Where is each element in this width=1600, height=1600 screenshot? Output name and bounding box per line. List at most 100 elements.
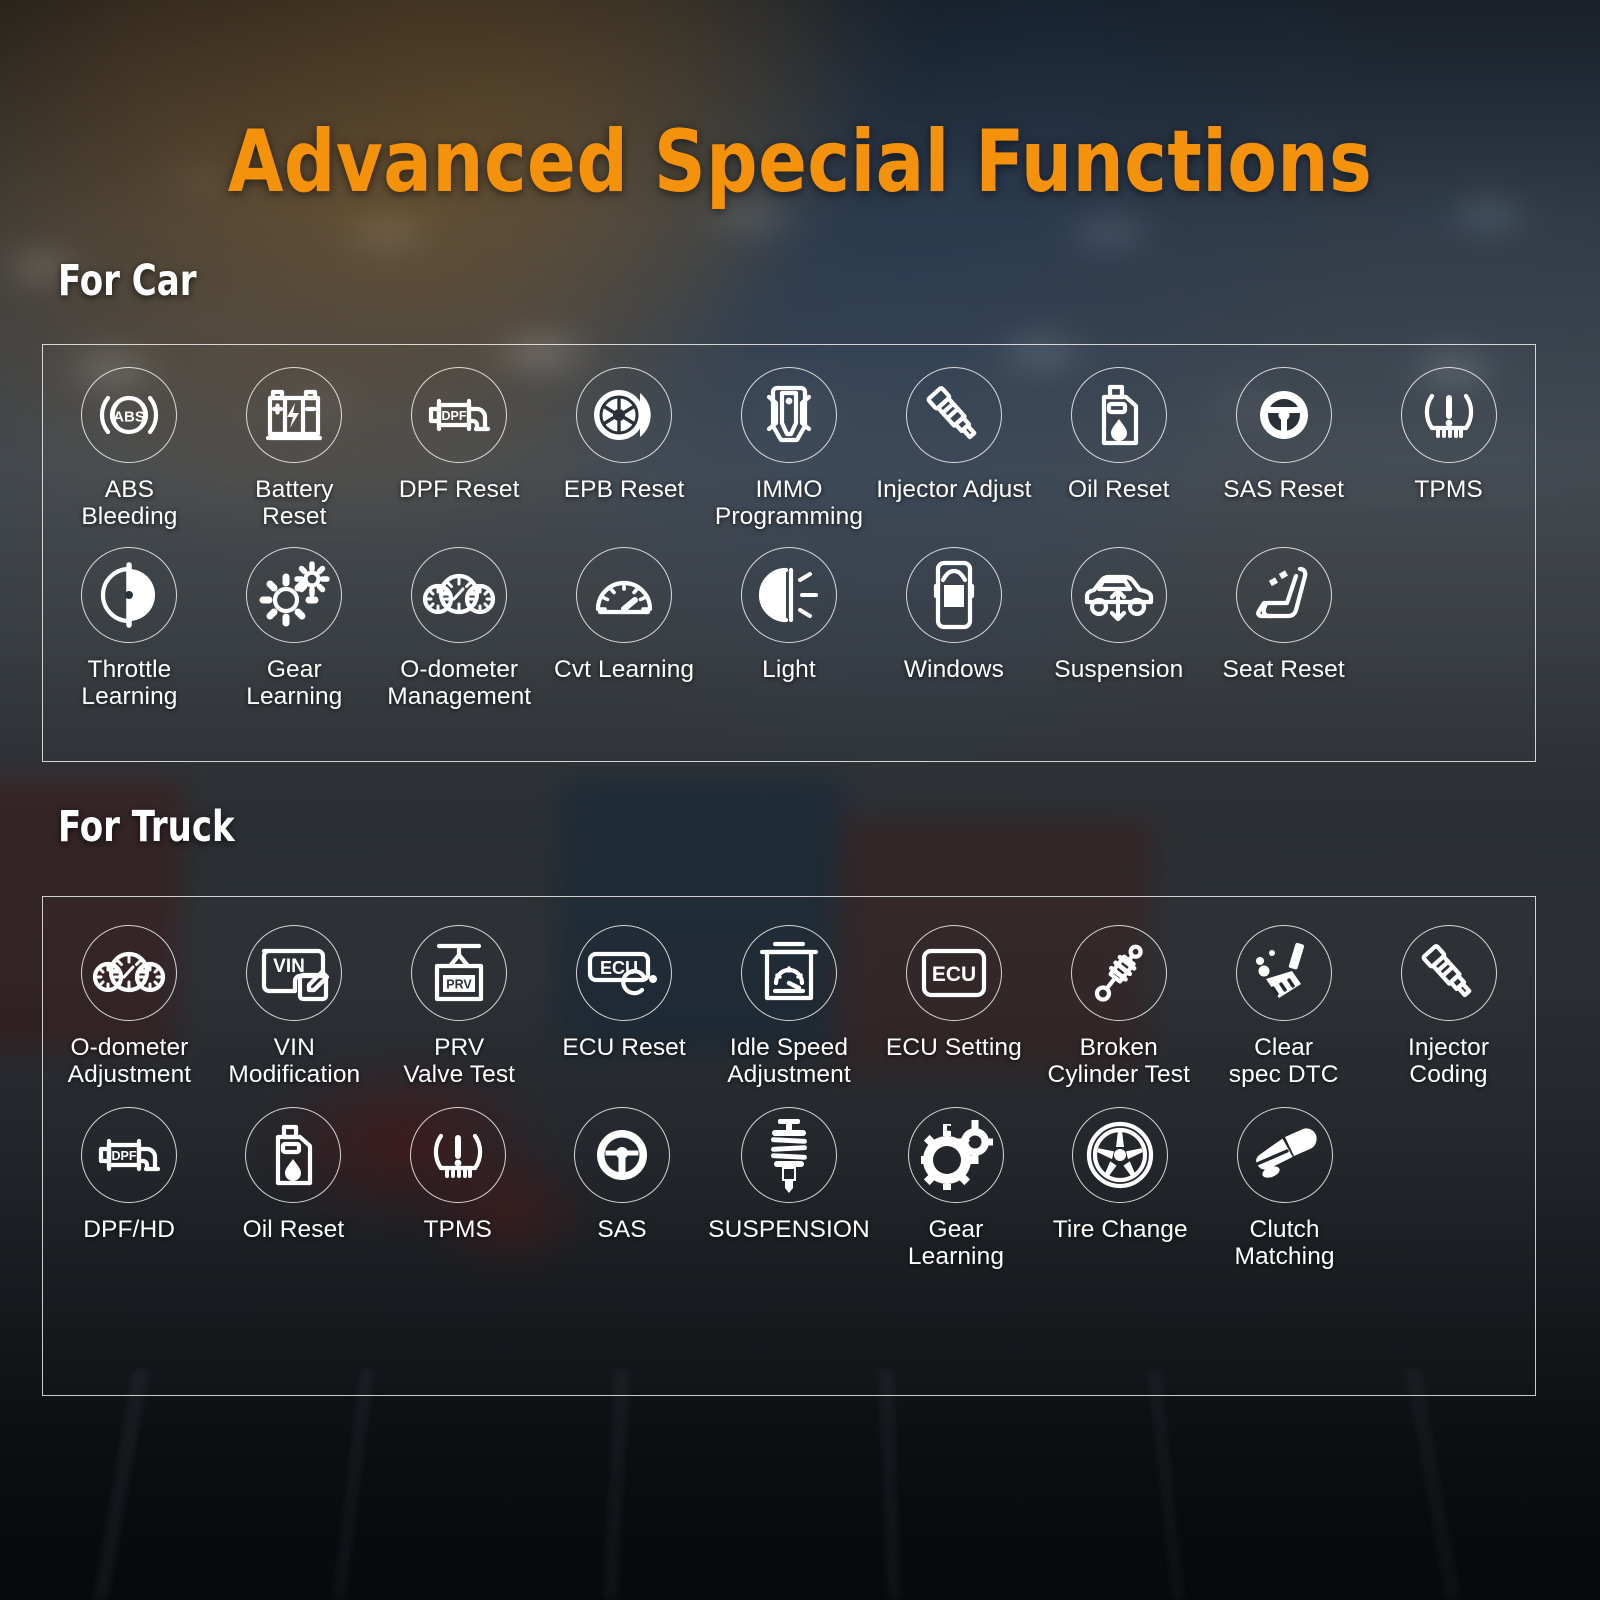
function-tile[interactable]: Throttle Learning [47,546,212,711]
svg-text:ECU: ECU [600,958,638,978]
svg-text:DPF: DPF [442,409,467,423]
prv-valve-icon: PRV [411,925,508,1021]
section-heading-for-truck: For Truck [58,802,235,852]
function-tile-label: SUSPENSION [708,1215,870,1243]
function-tile[interactable]: VIN VIN Modification [212,925,377,1089]
function-tile[interactable]: Injector Coding [1366,925,1531,1089]
vin-edit-icon: VIN [246,925,343,1021]
tpms-icon [1400,367,1497,463]
for-truck-row-2: DPF DPF/HD Oil Reset TPMS SAS SUSPENSION… [43,1089,1535,1271]
steering-wheel-icon [1235,367,1332,463]
car-suspension-icon [1070,546,1167,643]
function-tile-label: Battery Reset [255,476,334,531]
function-tile-label: Gear Learning [246,655,343,711]
function-tile-label: Gear Learning [907,1215,1005,1271]
function-tile[interactable]: Idle Speed Adjustment [707,925,872,1089]
function-tile[interactable]: TPMS [1366,367,1531,531]
function-tile-label: O-dometer Management [387,655,532,711]
odometer-gauges-icon [411,546,508,643]
function-tile[interactable]: Oil Reset [1036,367,1201,531]
function-tile[interactable]: EPB Reset [542,367,707,531]
function-tile[interactable]: Injector Adjust [871,367,1036,531]
function-tile-label: ABS Bleeding [81,476,178,531]
function-tile-label: Idle Speed Adjustment [727,1034,851,1089]
function-tile[interactable]: Seat Reset [1201,546,1366,711]
dpf-reset-icon: DPF [411,367,508,463]
function-tile[interactable]: Cvt Learning [542,546,707,711]
function-tile[interactable]: IMMO Programming [707,367,872,531]
for-car-row-1: ABS ABS Bleeding Battery Reset DPF DPF Res… [43,345,1535,531]
gears-solid-icon [907,1106,1004,1203]
function-tile[interactable]: PRV PRV Valve Test [377,925,542,1089]
function-tile-label: ECU Reset [562,1034,686,1061]
function-tile-label: SAS [597,1215,647,1243]
function-tile-label: Suspension [1054,655,1184,683]
function-tile[interactable]: SUSPENSION [704,1106,874,1271]
function-tile-label: VIN Modification [228,1034,361,1089]
function-tile-empty [1367,1107,1531,1271]
function-tile-label: Windows [903,655,1004,683]
function-tile[interactable]: Windows [871,546,1036,711]
immo-key-icon [740,367,837,463]
function-tile[interactable]: Oil Reset [211,1106,375,1271]
car-window-icon [905,546,1002,643]
function-tile-label: DPF Reset [398,476,520,503]
function-tile-label: Injector Adjust [876,476,1032,503]
shock-absorber-icon [1070,925,1167,1021]
function-tile[interactable]: Clutch Matching [1202,1106,1366,1271]
function-tile-empty [1366,547,1531,711]
function-tile[interactable]: Tire Change [1038,1106,1202,1271]
function-tile[interactable]: Suspension [1036,546,1201,711]
function-tile-label: Oil Reset [1067,476,1170,503]
function-tile-label: Injector Coding [1407,1034,1490,1089]
function-tile[interactable]: O-dometer Adjustment [47,925,212,1089]
function-tile[interactable]: Clear spec DTC [1201,925,1366,1089]
function-tile[interactable]: ECU ECU Reset [542,925,707,1089]
poster-root: Advanced Special Functions For Car ABS AB… [0,0,1600,1600]
function-tile-label: Tire Change [1052,1215,1188,1243]
function-tile-label: PRV Valve Test [403,1034,516,1089]
oil-can-icon [245,1106,342,1203]
function-tile[interactable]: Light [707,546,872,711]
speedometer-icon [576,546,673,643]
function-tile[interactable]: Broken Cylinder Test [1036,925,1201,1089]
throttle-body-icon [81,546,178,643]
function-tile-label: EPB Reset [563,476,685,503]
function-tile-label: Broken Cylinder Test [1047,1034,1190,1089]
dpf-reset-icon: DPF [81,1106,178,1203]
function-tile[interactable]: ECU ECU Setting [871,925,1036,1089]
odometer-gauges-icon [81,925,178,1021]
function-tile[interactable]: Gear Learning [874,1106,1038,1271]
function-tile[interactable]: DPF DPF Reset [377,367,542,531]
function-tile-label: Throttle Learning [81,655,178,711]
function-tile[interactable]: TPMS [376,1106,540,1271]
function-tile-label: TPMS [1414,476,1483,503]
function-tile-label: ECU Setting [885,1034,1022,1061]
function-tile[interactable]: Battery Reset [212,367,377,531]
function-tile-label: O-dometer Adjustment [67,1034,192,1089]
coilover-strut-icon [741,1106,837,1203]
function-tile-label: IMMO Programming [714,476,864,531]
for-truck-row-1: O-dometer Adjustment VIN VIN Modificatio… [43,897,1535,1089]
headlight-icon [740,546,837,643]
function-tile[interactable]: ABS ABS Bleeding [47,367,212,531]
function-tile[interactable]: DPF DPF/HD [47,1106,211,1271]
ecu-reset-icon: ECU [576,925,673,1021]
function-tile[interactable]: SAS Reset [1201,367,1366,531]
function-tile-label: Cvt Learning [554,655,695,683]
function-tile[interactable]: Gear Learning [212,546,377,711]
steering-wheel-solid-icon [574,1106,671,1203]
svg-text:DPF: DPF [112,1149,137,1163]
ecu-setting-icon: ECU [905,925,1002,1021]
oil-can-icon [1070,367,1167,463]
function-tile-label: Seat Reset [1222,655,1345,683]
function-tile-label: Clear spec DTC [1228,1034,1339,1089]
function-tile-label: DPF/HD [83,1215,176,1243]
page-title: Advanced Special Functions [227,112,1373,212]
svg-text:ECU: ECU [932,963,976,986]
function-tile[interactable]: O-dometer Management [377,546,542,711]
broom-clear-icon [1235,925,1332,1021]
battery-reset-icon [246,367,343,463]
function-tile[interactable]: SAS [540,1106,704,1271]
idle-speed-icon [740,925,837,1021]
